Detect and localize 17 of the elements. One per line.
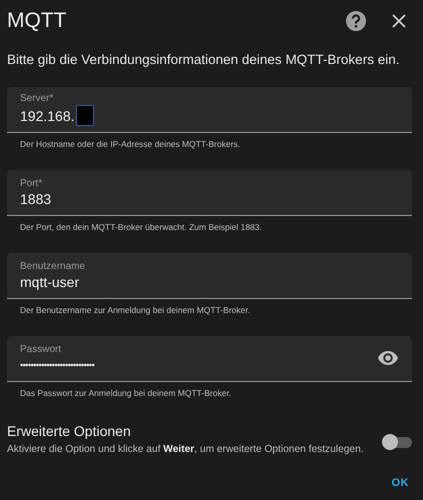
close-icon[interactable]	[392, 14, 406, 28]
input-field[interactable]: Port* 1883	[7, 170, 412, 216]
description-text: Aktiviere die Option und klicke auf Weiter, um erweiterte Optionen festzulegen.	[7, 444, 365, 455]
input-field[interactable]: Benutzername mqtt-user	[7, 253, 412, 299]
helper-text: Der Hostname oder die IP-Adresse deines MQTT-Brokers.	[19, 138, 242, 150]
helper-text: Der Port, den dein MQTT-Broker überwacht. Zum Beispiel 1883.	[19, 221, 263, 233]
input-field[interactable]: Passwort ••••••••••••••••••••••••••••	[7, 336, 412, 382]
toggle-switch[interactable]	[382, 434, 412, 450]
section-title: Erweiterte Optionen	[7, 423, 132, 439]
ok-button[interactable]: OK	[388, 473, 412, 493]
input-field[interactable]: Server* 192.168.	[7, 87, 412, 133]
eye-icon[interactable]	[378, 351, 398, 365]
dialog-title: MQTT	[7, 9, 68, 33]
help-icon[interactable]	[346, 11, 366, 31]
helper-text: Das Passwort zur Anmeldung bei deinem MQTT-Broker.	[19, 387, 232, 399]
intro-text: Bitte gib die Verbindungsinformationen deines MQTT-Brokers ein.	[7, 52, 400, 67]
helper-text: Der Benutzername zur Anmeldung bei deinem MQTT-Broker.	[19, 304, 252, 316]
